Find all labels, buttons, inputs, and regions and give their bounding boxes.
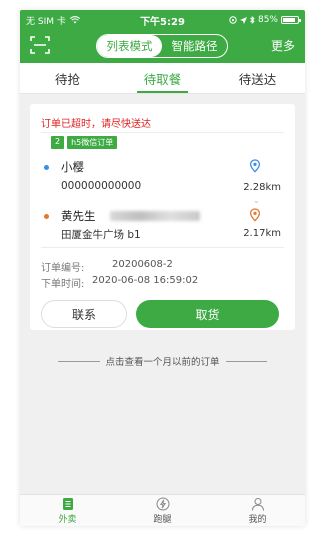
device-frame: 无 SIM 卡 下午5:29 85% 列表模式 智能路径 更多 待抢 待取餐 待… bbox=[0, 0, 325, 549]
customer-address: 田厦金牛广场 b1 bbox=[61, 229, 141, 241]
order-number: 20200608-2 bbox=[112, 259, 173, 270]
bolt-icon bbox=[156, 497, 169, 510]
battery-icon bbox=[281, 16, 301, 24]
tab-pending-delivery[interactable]: 待送达 bbox=[210, 63, 305, 93]
order-status-tabs: 待抢 待取餐 待送达 bbox=[20, 63, 305, 94]
smart-route-option[interactable]: 智能路径 bbox=[162, 35, 227, 57]
more-button[interactable]: 更多 bbox=[271, 37, 295, 54]
order-card[interactable]: 订单已超时，请尽快送达 2 h5微信订单 小樱 000000000000 2.2… bbox=[30, 104, 295, 330]
top-bar: 无 SIM 卡 下午5:29 85% 列表模式 智能路径 更多 bbox=[20, 10, 305, 63]
battery-percent: 85% bbox=[257, 15, 278, 25]
overdue-warning: 订单已超时，请尽快送达 bbox=[41, 119, 151, 130]
contact-button[interactable]: 联系 bbox=[41, 300, 127, 328]
nav-takeout-label: 外卖 bbox=[58, 514, 77, 525]
divider bbox=[41, 247, 284, 248]
order-time-label: 下单时间: bbox=[41, 279, 85, 290]
nav-profile-label: 我的 bbox=[248, 514, 267, 525]
pickup-dot bbox=[44, 165, 49, 170]
order-number-label: 订单编号: bbox=[41, 263, 85, 274]
delivery-distance: 2.17km bbox=[243, 228, 281, 239]
delivery-dot bbox=[44, 214, 49, 219]
nav-errand-label: 跑腿 bbox=[153, 514, 172, 525]
pickup-button[interactable]: 取货 bbox=[136, 300, 279, 328]
divider bbox=[41, 132, 284, 133]
tab-pending-pickup[interactable]: 待取餐 bbox=[115, 63, 210, 93]
carrier-text: 无 SIM 卡 bbox=[26, 16, 66, 27]
history-orders-link[interactable]: 点击查看一个月以前的订单 bbox=[58, 354, 268, 368]
order-time: 2020-06-08 16:59:02 bbox=[92, 275, 199, 286]
order-badges: 2 h5微信订单 bbox=[51, 136, 118, 149]
wifi-icon bbox=[69, 16, 80, 24]
nav-profile[interactable]: 我的 bbox=[210, 495, 305, 526]
location-arrow-icon bbox=[239, 16, 247, 24]
header-row: 列表模式 智能路径 更多 bbox=[20, 32, 305, 60]
app-screen: 无 SIM 卡 下午5:29 85% 列表模式 智能路径 更多 待抢 待取餐 待… bbox=[20, 10, 305, 526]
divider bbox=[225, 360, 268, 362]
pickup-location-icon[interactable] bbox=[248, 159, 262, 173]
merchant-name: 小樱 bbox=[61, 160, 84, 174]
nav-takeout[interactable]: 外卖 bbox=[20, 495, 115, 526]
delivery-location-icon[interactable] bbox=[248, 208, 262, 222]
list-icon bbox=[62, 497, 73, 510]
order-count-badge: 2 bbox=[51, 136, 65, 149]
chevron-down-icon: ⌄ bbox=[253, 196, 260, 205]
history-orders-text: 点击查看一个月以前的订单 bbox=[105, 357, 220, 368]
divider bbox=[58, 360, 100, 362]
customer-name: 黄先生 bbox=[61, 209, 96, 223]
scan-icon[interactable] bbox=[30, 36, 50, 54]
user-icon bbox=[251, 497, 264, 511]
bottom-nav: 外卖 跑腿 我的 bbox=[20, 494, 305, 526]
nav-errand[interactable]: 跑腿 bbox=[115, 495, 210, 526]
status-bar: 无 SIM 卡 下午5:29 85% bbox=[20, 10, 305, 30]
pickup-distance: 2.28km bbox=[243, 182, 281, 193]
lock-rotation-icon bbox=[229, 16, 237, 24]
bluetooth-icon bbox=[250, 16, 255, 24]
tab-pending-grab[interactable]: 待抢 bbox=[20, 63, 115, 93]
customer-phone-redacted bbox=[110, 211, 200, 221]
list-mode-option[interactable]: 列表模式 bbox=[97, 35, 162, 57]
view-mode-toggle: 列表模式 智能路径 bbox=[96, 34, 228, 58]
merchant-phone: 000000000000 bbox=[61, 180, 142, 192]
order-source-badge: h5微信订单 bbox=[67, 136, 118, 149]
